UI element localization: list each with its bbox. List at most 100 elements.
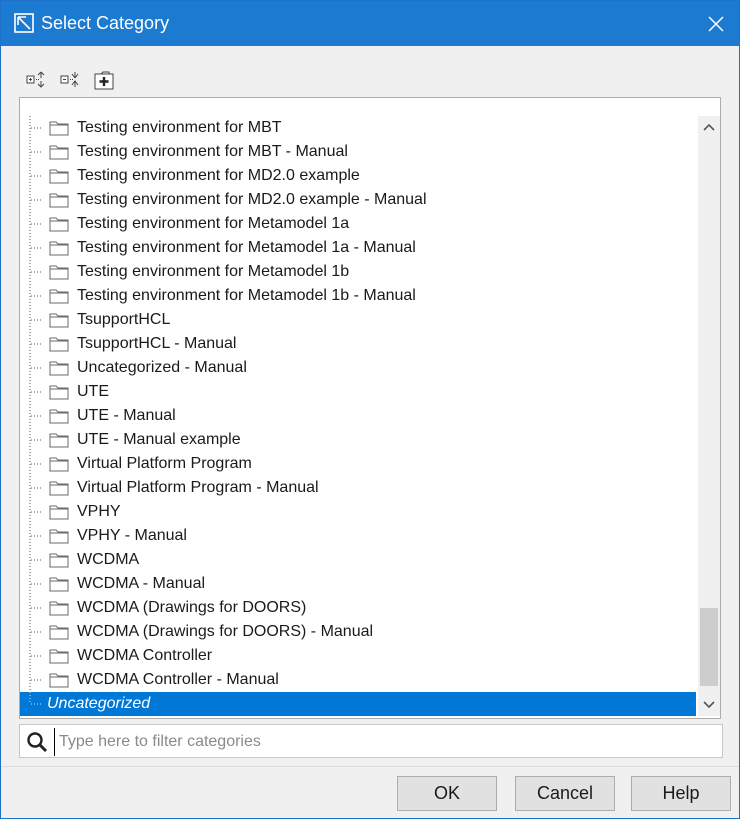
- tree-item[interactable]: TsupportHCL - Manual: [20, 332, 696, 356]
- tree-connector: [29, 308, 43, 332]
- select-category-dialog: Select Category Testing environment for …: [0, 0, 740, 819]
- folder-icon: [49, 215, 69, 233]
- tree-connector: [29, 644, 43, 668]
- new-category-button[interactable]: [91, 67, 117, 93]
- tree-item-label: WCDMA (Drawings for DOORS): [77, 599, 307, 616]
- folder-icon: [49, 239, 69, 257]
- tree-item-label: Virtual Platform Program - Manual: [77, 479, 319, 496]
- tree-item[interactable]: VPHY - Manual: [20, 524, 696, 548]
- tree-connector: [29, 332, 43, 356]
- scrollbar-thumb[interactable]: [700, 608, 718, 686]
- folder-icon: [49, 503, 69, 521]
- tree-item[interactable]: Testing environment for Metamodel 1a - M…: [20, 236, 696, 260]
- tree-item-label: VPHY - Manual: [77, 527, 187, 544]
- folder-icon: [49, 287, 69, 305]
- tree-item[interactable]: TsupportHCL: [20, 308, 696, 332]
- tree-item[interactable]: WCDMA Controller - Manual: [20, 668, 696, 692]
- tree-item[interactable]: Uncategorized - Manual: [20, 356, 696, 380]
- tree-connector: [29, 668, 43, 692]
- tree-connector: [29, 452, 43, 476]
- tree-connector: [29, 500, 43, 524]
- tree-connector: [29, 188, 43, 212]
- tree-item[interactable]: UTE - Manual example: [20, 428, 696, 452]
- tree-connector: [29, 164, 43, 188]
- tree-item[interactable]: WCDMA Controller: [20, 644, 696, 668]
- tree-item[interactable]: Testing environment for MD2.0 example: [20, 164, 696, 188]
- tree-item-label: WCDMA: [77, 551, 140, 568]
- scroll-up-button[interactable]: [698, 116, 720, 138]
- folder-icon: [49, 623, 69, 641]
- folder-icon: [49, 263, 69, 281]
- folder-icon: [49, 119, 69, 137]
- folder-icon: [49, 575, 69, 593]
- folder-icon: [49, 383, 69, 401]
- tree-item[interactable]: WCDMA (Drawings for DOORS): [20, 596, 696, 620]
- tree-item[interactable]: UTE - Manual: [20, 404, 696, 428]
- tree-item-label: UTE - Manual example: [77, 431, 241, 448]
- tree-item-label: WCDMA Controller - Manual: [77, 671, 279, 688]
- tree-connector: [29, 692, 43, 716]
- tree-item-label: TsupportHCL - Manual: [77, 335, 237, 352]
- vertical-scrollbar[interactable]: [698, 116, 720, 716]
- tree-connector: [29, 116, 43, 140]
- tree-item[interactable]: WCDMA (Drawings for DOORS) - Manual: [20, 620, 696, 644]
- tree-item-selected[interactable]: Uncategorized: [20, 692, 696, 716]
- tree-item-label: Uncategorized: [47, 695, 151, 712]
- tree-item[interactable]: Testing environment for Metamodel 1b - M…: [20, 284, 696, 308]
- tree-item[interactable]: Testing environment for MD2.0 example - …: [20, 188, 696, 212]
- tree-item[interactable]: UTE: [20, 380, 696, 404]
- tree-item-label: Testing environment for Metamodel 1a - M…: [77, 239, 416, 256]
- folder-icon: [49, 191, 69, 209]
- tree-connector: [29, 356, 43, 380]
- tree-item[interactable]: Testing environment for MBT: [20, 116, 696, 140]
- tree-item[interactable]: WCDMA - Manual: [20, 572, 696, 596]
- folder-icon: [49, 407, 69, 425]
- tree-connector: [29, 548, 43, 572]
- tree-item-label: Testing environment for MBT - Manual: [77, 143, 348, 160]
- folder-icon: [49, 311, 69, 329]
- tree-item-label: WCDMA Controller: [77, 647, 213, 664]
- tree-item-label: Uncategorized - Manual: [77, 359, 247, 376]
- search-icon: [26, 731, 48, 758]
- category-tree[interactable]: Testing environment for MBT Testing envir…: [19, 97, 721, 719]
- expand-all-button[interactable]: [23, 67, 49, 93]
- tree-item-label: VPHY: [77, 503, 121, 520]
- tree-item[interactable]: Testing environment for Metamodel 1b: [20, 260, 696, 284]
- folder-icon: [49, 143, 69, 161]
- chevron-down-icon: [703, 701, 715, 709]
- tree-connector: [29, 236, 43, 260]
- tree-connector: [29, 620, 43, 644]
- tree-connector: [29, 260, 43, 284]
- app-icon: [14, 13, 34, 38]
- dialog-title: Select Category: [41, 13, 170, 33]
- tree-connector: [29, 476, 43, 500]
- title-bar: Select Category: [1, 1, 739, 46]
- close-button[interactable]: [693, 1, 739, 46]
- folder-icon: [49, 671, 69, 689]
- help-button[interactable]: Help: [631, 776, 731, 811]
- tree-item[interactable]: Virtual Platform Program - Manual: [20, 476, 696, 500]
- folder-icon: [49, 527, 69, 545]
- tree-connector: [29, 284, 43, 308]
- tree-item-label: Testing environment for Metamodel 1a: [77, 215, 350, 232]
- folder-icon: [49, 647, 69, 665]
- tree-item[interactable]: Testing environment for Metamodel 1a: [20, 212, 696, 236]
- tree-item[interactable]: VPHY: [20, 500, 696, 524]
- ok-button[interactable]: OK: [397, 776, 497, 811]
- close-icon: [708, 15, 724, 32]
- tree-item[interactable]: Testing environment for MBT - Manual: [20, 140, 696, 164]
- tree-item[interactable]: WCDMA: [20, 548, 696, 572]
- tree-item-label: Testing environment for MD2.0 example - …: [77, 191, 427, 208]
- folder-icon: [49, 479, 69, 497]
- filter-input[interactable]: [54, 728, 721, 756]
- expand-all-icon: [26, 71, 45, 88]
- tree-connector: [29, 596, 43, 620]
- cancel-button[interactable]: Cancel: [515, 776, 615, 811]
- tree-connector: [29, 404, 43, 428]
- collapse-all-button[interactable]: [57, 67, 83, 93]
- scroll-down-button[interactable]: [698, 694, 720, 716]
- tree-connector: [29, 380, 43, 404]
- tree-item[interactable]: Virtual Platform Program: [20, 452, 696, 476]
- filter-box: [19, 724, 723, 758]
- divider: [1, 766, 739, 767]
